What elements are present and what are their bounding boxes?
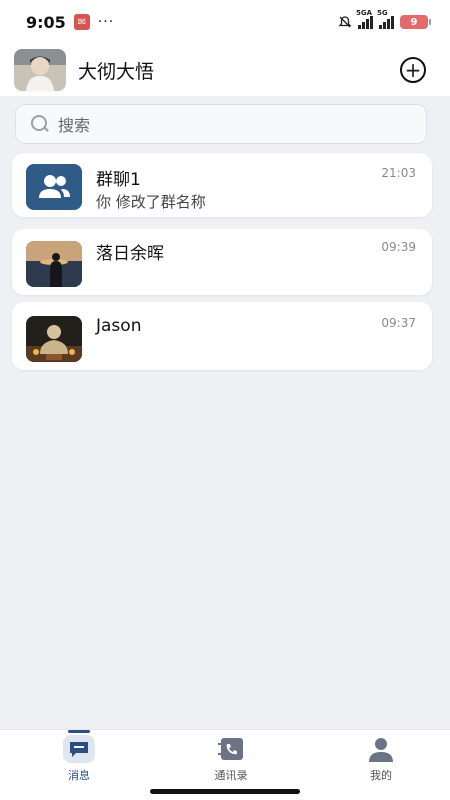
- conversation-time: 09:37: [381, 316, 416, 330]
- tab-contacts[interactable]: 通讯录: [186, 735, 276, 795]
- conversation-item[interactable]: 群聊1 你 修改了群名称 21:03: [12, 153, 432, 217]
- status-bar: 9:05 ✉ ··· 5GA 5G 9: [0, 0, 450, 44]
- plus-circle-icon: +: [404, 58, 422, 82]
- app-header: 大彻大悟 +: [0, 44, 450, 96]
- app-notification-icon: ✉: [73, 14, 90, 30]
- conversation-name: 群聊1: [96, 170, 141, 190]
- conversation-time: 21:03: [381, 166, 416, 180]
- status-time: 9:05: [26, 12, 66, 32]
- person-icon: [369, 738, 393, 762]
- signal-5g-icon: 5G: [377, 9, 394, 29]
- sunset-photo-avatar: [26, 241, 82, 287]
- chat-icon: [63, 735, 95, 763]
- battery-level: 9: [410, 16, 418, 28]
- battery-icon: 9: [400, 15, 431, 29]
- mute-icon: [338, 16, 352, 28]
- tab-messages[interactable]: 消息: [34, 735, 124, 795]
- search-bar[interactable]: 搜索: [15, 104, 427, 144]
- search-icon: [30, 114, 50, 134]
- statue-photo-avatar: [26, 316, 82, 362]
- conversation-name: Jason: [96, 316, 142, 336]
- add-button[interactable]: +: [400, 57, 426, 83]
- tab-label: 我的: [370, 769, 392, 782]
- conversation-last-message: 你 修改了群名称: [96, 193, 206, 211]
- tab-label: 消息: [68, 769, 90, 782]
- contacts-icon: [218, 738, 243, 760]
- more-notifications-icon: ···: [97, 14, 115, 30]
- home-indicator[interactable]: [150, 789, 300, 794]
- tab-profile[interactable]: 我的: [336, 735, 426, 795]
- active-tab-indicator: [68, 730, 90, 733]
- group-icon: [39, 175, 70, 198]
- conversation-time: 09:39: [381, 240, 416, 254]
- search-input[interactable]: 搜索: [58, 112, 90, 136]
- group-avatar: [26, 164, 82, 210]
- conversation-item[interactable]: 落日余晖 09:39: [12, 229, 432, 295]
- user-avatar[interactable]: [14, 49, 66, 91]
- page-title: 大彻大悟: [78, 60, 155, 83]
- conversation-item[interactable]: Jason 09:37: [12, 302, 432, 370]
- tab-label: 通讯录: [214, 769, 248, 782]
- conversation-name: 落日余晖: [96, 244, 164, 264]
- signal-5ga-icon: 5GA: [356, 9, 373, 29]
